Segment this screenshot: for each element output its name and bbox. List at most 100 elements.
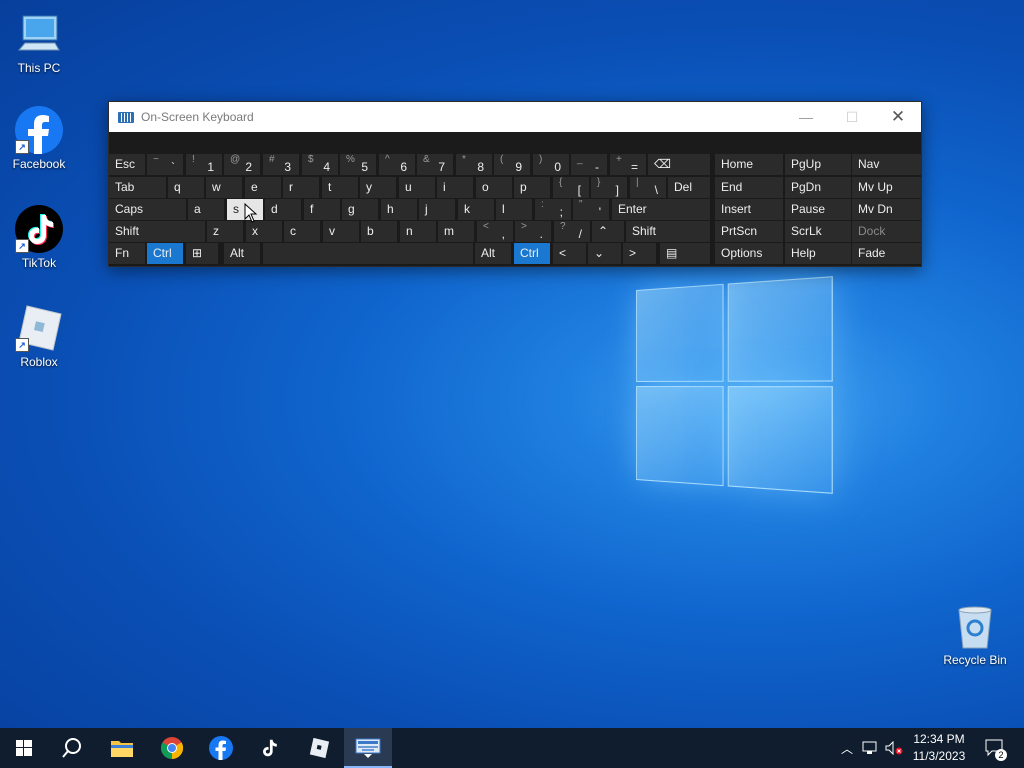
key-a[interactable]: a (188, 199, 224, 220)
key-row1-12[interactable]: _ - (571, 154, 607, 175)
key-esc[interactable]: Esc (109, 154, 145, 175)
key-right-alt[interactable]: Alt (475, 243, 511, 264)
key-alt[interactable]: Alt (224, 243, 260, 264)
key-row1-3[interactable]: @2 (224, 154, 260, 175)
key-row4-8[interactable]: <, (477, 221, 513, 242)
key-e[interactable]: e (245, 177, 281, 198)
key-tab[interactable]: Tab (109, 177, 166, 198)
key-x[interactable]: x (246, 221, 282, 242)
maximize-button[interactable]: ☐ (829, 102, 875, 132)
desktop-icon-tiktok[interactable]: ↗ TikTok (1, 205, 77, 270)
taskbar-clock[interactable]: 12:34 PM 11/3/2023 (904, 731, 974, 765)
key-w[interactable]: w (206, 177, 242, 198)
key-mv-dn[interactable]: Mv Dn (852, 199, 921, 220)
key-o[interactable]: o (476, 177, 512, 198)
key-ctrl[interactable]: Ctrl (147, 243, 183, 264)
key-t[interactable]: t (322, 177, 358, 198)
key-special-11[interactable]: ⌃ (592, 221, 624, 242)
key-end[interactable]: End (715, 177, 783, 198)
key-mv-up[interactable]: Mv Up (852, 177, 921, 198)
key-z[interactable]: z (207, 221, 243, 242)
show-hidden-icons-button[interactable]: ︿ (838, 728, 856, 768)
network-tray-button[interactable] (860, 728, 882, 768)
taskbar-on-screen-keyboard[interactable] (344, 728, 392, 768)
desktop-icon-this-pc[interactable]: This PC (1, 10, 77, 75)
key-row2-12[interactable]: }] (591, 177, 627, 198)
key-g[interactable]: g (342, 199, 378, 220)
key-row2-11[interactable]: {[ (553, 177, 589, 198)
key-pgdn[interactable]: PgDn (785, 177, 851, 198)
key-insert[interactable]: Insert (715, 199, 783, 220)
start-button[interactable] (0, 728, 48, 768)
key-special-9[interactable]: > (623, 243, 656, 264)
key-pgup[interactable]: PgUp (785, 154, 851, 175)
key-row3-11[interactable]: " ' (573, 199, 609, 220)
key-space[interactable] (263, 243, 473, 264)
key-row2-13[interactable]: | \ (630, 177, 666, 198)
key-fn[interactable]: Fn (109, 243, 145, 264)
key-nav[interactable]: Nav (852, 154, 921, 175)
key-home[interactable]: Home (715, 154, 783, 175)
key-row1-4[interactable]: #3 (263, 154, 299, 175)
key-special-7[interactable]: < (553, 243, 586, 264)
key-right-ctrl[interactable]: Ctrl (514, 243, 550, 264)
key-row1-1[interactable]: ~ ` (147, 154, 183, 175)
key-r[interactable]: r (283, 177, 319, 198)
action-center-button[interactable]: 2 (978, 728, 1012, 768)
desktop-icon-recycle-bin[interactable]: Recycle Bin (937, 602, 1013, 667)
key-enter[interactable]: Enter (612, 199, 710, 220)
key-delete[interactable]: Del (668, 177, 710, 198)
key-row1-8[interactable]: & 7 (417, 154, 453, 175)
key-caps-lock[interactable]: Caps (109, 199, 186, 220)
taskbar-chrome[interactable] (148, 728, 196, 768)
key-c[interactable]: c (284, 221, 320, 242)
key-shift[interactable]: Shift (109, 221, 205, 242)
key-b[interactable]: b (361, 221, 397, 242)
key-row4-10[interactable]: ? / (554, 221, 590, 242)
key-n[interactable]: n (400, 221, 436, 242)
taskbar-facebook[interactable] (197, 728, 245, 768)
minimize-button[interactable]: — (783, 102, 829, 132)
key-prtscn[interactable]: PrtScn (715, 221, 783, 242)
key-y[interactable]: y (360, 177, 396, 198)
key-special-8[interactable]: ⌄ (588, 243, 621, 264)
key-options[interactable]: Options (715, 243, 783, 264)
key-row1-10[interactable]: (9 (494, 154, 530, 175)
key-l[interactable]: l (496, 199, 532, 220)
key-row1-11[interactable]: ) 0 (533, 154, 569, 175)
desktop-icon-facebook[interactable]: ↗ Facebook (1, 106, 77, 171)
key-fade[interactable]: Fade (852, 243, 921, 264)
taskbar-tiktok[interactable] (245, 728, 293, 768)
key-m[interactable]: m (438, 221, 474, 242)
key-h[interactable]: h (381, 199, 417, 220)
taskbar-file-explorer[interactable] (98, 728, 146, 768)
key-dock[interactable]: Dock (852, 221, 921, 242)
key-f[interactable]: f (304, 199, 340, 220)
key-v[interactable]: v (323, 221, 359, 242)
key-u[interactable]: u (399, 177, 435, 198)
key-special-2[interactable]: ⊞ (186, 243, 218, 264)
taskbar-roblox[interactable] (295, 728, 343, 768)
search-button[interactable] (48, 728, 96, 768)
title-bar[interactable]: On-Screen Keyboard — ☐ ✕ (109, 102, 921, 132)
key-special-10[interactable]: ▤ (660, 243, 710, 264)
key-help[interactable]: Help (785, 243, 851, 264)
key-row1-5[interactable]: $4 (302, 154, 338, 175)
key-row3-10[interactable]: :; (535, 199, 571, 220)
key-row1-2[interactable]: ! 1 (186, 154, 222, 175)
close-button[interactable]: ✕ (875, 102, 921, 132)
key-d[interactable]: d (265, 199, 301, 220)
desktop-icon-roblox[interactable]: ↗ Roblox (1, 304, 77, 369)
key-pause[interactable]: Pause (785, 199, 851, 220)
volume-tray-button[interactable] (883, 728, 905, 768)
key-row1-6[interactable]: % 5 (340, 154, 376, 175)
key-p[interactable]: p (514, 177, 550, 198)
key-special-14[interactable]: ⌫ (648, 154, 710, 175)
key-row1-9[interactable]: * 8 (456, 154, 492, 175)
key-row1-13[interactable]: + = (610, 154, 646, 175)
key-q[interactable]: q (168, 177, 204, 198)
key-scrlk[interactable]: ScrLk (785, 221, 851, 242)
key-i[interactable]: i (437, 177, 473, 198)
key-j[interactable]: j (419, 199, 455, 220)
key-row1-7[interactable]: ^ 6 (379, 154, 415, 175)
